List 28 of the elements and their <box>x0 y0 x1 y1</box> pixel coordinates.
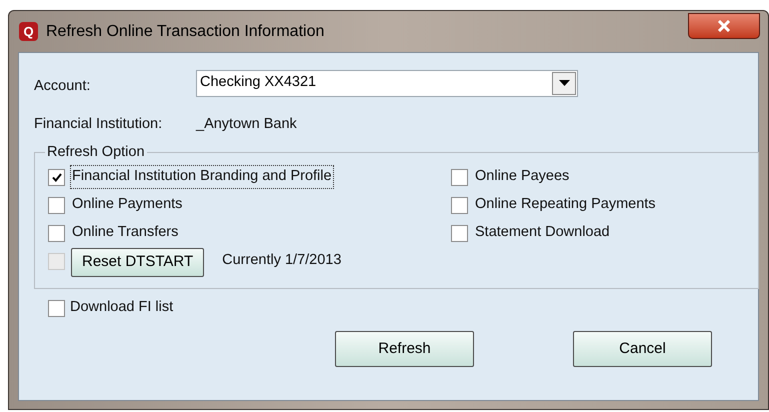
cancel-button[interactable]: Cancel <box>573 331 712 367</box>
checkbox-label[interactable]: Online Payments <box>70 193 184 217</box>
account-dropdown[interactable]: Checking XX4321 <box>196 70 578 96</box>
checkbox[interactable] <box>451 196 468 214</box>
checkbox-label[interactable]: Financial Institution Branding and Profile <box>70 165 334 189</box>
checkbox-label[interactable]: Statement Download <box>473 221 612 245</box>
checkbox[interactable] <box>451 224 468 242</box>
institution-label: Financial Institution: <box>34 115 164 134</box>
app-logo: Q <box>19 22 38 41</box>
checkbox-label[interactable]: Online Repeating Payments <box>473 193 658 217</box>
checkbox-label[interactable]: Online Transfers <box>70 221 180 245</box>
checkbox-label[interactable]: Download FI list <box>70 297 174 319</box>
checkbox[interactable] <box>48 168 65 186</box>
caret-down-icon <box>558 80 570 86</box>
window-title: Refresh Online Transaction Information <box>46 22 324 42</box>
checkbox[interactable] <box>451 168 468 186</box>
close-icon <box>717 20 731 32</box>
checkbox[interactable] <box>48 196 65 214</box>
institution-name: _Anytown Bank <box>196 115 297 134</box>
close-button[interactable] <box>688 12 760 38</box>
dropdown-button[interactable] <box>552 72 576 94</box>
checkbox[interactable] <box>48 300 65 316</box>
refresh-button[interactable]: Refresh <box>335 331 474 367</box>
current-date-note: Currently 1/7/2013 <box>222 251 342 270</box>
account-label: Account: <box>34 77 92 96</box>
checkbox[interactable] <box>48 224 65 242</box>
check-icon <box>52 172 62 182</box>
checkbox-label[interactable]: Online Payees <box>473 165 572 189</box>
